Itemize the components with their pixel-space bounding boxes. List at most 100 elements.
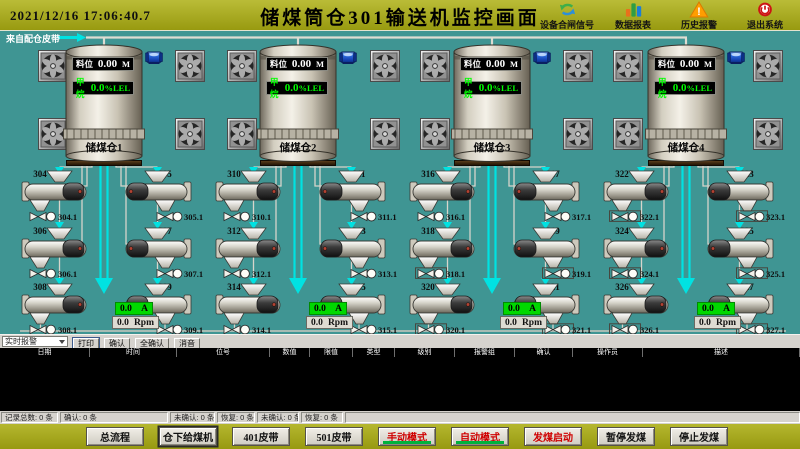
feeder-unit[interactable]: 320 320.1 (406, 281, 506, 335)
feeder-unit[interactable]: 306 306.1 (18, 225, 118, 279)
silo-gas-display: 甲烷0.0%LEL (460, 81, 522, 95)
silo-name: 储煤仓4 (668, 141, 705, 154)
valve-label: 312.1 (252, 269, 271, 279)
valve-indicator (418, 213, 426, 221)
valve-indicator (224, 326, 232, 334)
valve-label: 304.1 (58, 212, 77, 222)
app-screen: 2021/12/16 17:06:40.7 储煤筒仓301输送机监控画面 设备合… (0, 0, 800, 449)
feeder-funnel (47, 228, 72, 239)
feeder-unit[interactable]: 319 319.1 (496, 225, 596, 279)
feeder-unit[interactable]: 326 326.1 (600, 281, 700, 335)
feeder-number: 306 (33, 226, 47, 236)
feeder-number: 326 (615, 282, 629, 292)
rpm-meter: 0.0Rpm (500, 316, 547, 329)
silo-gas-display: 甲烷0.0%LEL (654, 81, 716, 95)
alarm-column-header: 日期 (0, 348, 90, 357)
feeder-funnel (727, 228, 752, 239)
valve-indicator (224, 270, 232, 278)
valve-indicator (418, 270, 426, 278)
feeder-unit[interactable]: 322 322.1 (600, 168, 700, 222)
current-meter: 0.0A (697, 302, 735, 315)
feeder-funnel (47, 284, 72, 295)
valve-indicator (739, 270, 747, 278)
feeder-unit[interactable]: 305 305.1 (108, 168, 208, 222)
feeder-number: 308 (33, 282, 47, 292)
current-meter: 0.0A (309, 302, 347, 315)
feeder-unit[interactable]: 310 310.1 (212, 168, 312, 222)
valve-label: 323.1 (766, 212, 785, 222)
silo-name: 储煤仓1 (86, 141, 123, 154)
status-item: 未确认: 0 条 (257, 412, 299, 423)
feeder-number: 314 (227, 282, 241, 292)
alarm-column-header: 操作员 (573, 348, 643, 357)
feeder-funnel (629, 284, 654, 295)
silo-gas-display: 甲烷0.0%LEL (72, 81, 134, 95)
alarm-column-header: 数值 (270, 348, 310, 357)
feeder-unit[interactable]: 313 313.1 (302, 225, 402, 279)
feeder-number: 310 (227, 169, 241, 179)
silo-level-display: 料位0.00M (266, 57, 328, 71)
feeder-unit[interactable]: 311 311.1 (302, 168, 402, 222)
silo-gas-display: 甲烷0.0%LEL (266, 81, 328, 95)
start-coal-button[interactable]: 发煤启动 (524, 427, 582, 446)
belt-401-button[interactable]: 401皮带 (232, 427, 290, 446)
feeder-number: 304 (33, 169, 47, 179)
feeder-funnel (533, 228, 558, 239)
under-silo-feeder-button[interactable]: 仓下给煤机 (159, 427, 217, 446)
alarm-toolbar: 实时报警 打印确认全确认消音 (0, 334, 800, 348)
valve-label: 325.1 (766, 269, 785, 279)
stop-coal-button[interactable]: 停止发煤 (670, 427, 728, 446)
overview-button[interactable]: 总流程 (86, 427, 144, 446)
silo-name: 储煤仓2 (280, 141, 317, 154)
valve-indicator (30, 326, 38, 334)
feeder-number: 318 (421, 226, 435, 236)
status-item: 确认: 0 条 (60, 412, 168, 423)
valve-indicator (545, 213, 553, 221)
valve-label: 322.1 (640, 212, 659, 222)
feeder-funnel (145, 228, 170, 239)
alarm-type-select[interactable]: 实时报警 (2, 336, 68, 347)
valve-label: 311.1 (378, 212, 397, 222)
chevron-down-icon (59, 340, 65, 344)
feeder-funnel (339, 171, 364, 182)
feeder-unit[interactable]: 307 307.1 (108, 225, 208, 279)
pause-coal-button[interactable]: 暂停发煤 (597, 427, 655, 446)
feeder-unit[interactable]: 312 312.1 (212, 225, 312, 279)
feeder-unit[interactable]: 324 324.1 (600, 225, 700, 279)
feeder-unit[interactable]: 304 304.1 (18, 168, 118, 222)
feeder-funnel (727, 284, 752, 295)
feeder-funnel (629, 171, 654, 182)
silo-level-display: 料位0.00M (72, 57, 134, 71)
silo-group: 储煤仓1 料位0.00M 甲烷0.0%LEL 304 304.1 305 305… (8, 31, 208, 335)
valve-label: 319.1 (572, 269, 591, 279)
feeder-number: 312 (227, 226, 241, 236)
alarm-column-header: 位号 (177, 348, 270, 357)
feeder-funnel (629, 228, 654, 239)
feeder-funnel (727, 171, 752, 182)
valve-label: 324.1 (640, 269, 659, 279)
feeder-unit[interactable]: 317 317.1 (496, 168, 596, 222)
feeder-unit[interactable]: 316 316.1 (406, 168, 506, 222)
feeder-unit[interactable]: 308 308.1 (18, 281, 118, 335)
current-meter: 0.0A (115, 302, 153, 315)
status-item: 恢复: 0 条 (301, 412, 343, 423)
feeder-funnel (435, 228, 460, 239)
alarm-table-body[interactable] (0, 357, 800, 411)
rpm-meter: 0.0Rpm (112, 316, 159, 329)
feeder-funnel (339, 228, 364, 239)
alarm-column-header: 级别 (395, 348, 455, 357)
valve-label: 316.1 (446, 212, 465, 222)
rpm-meter: 0.0Rpm (694, 316, 741, 329)
belt-501-button[interactable]: 501皮带 (305, 427, 363, 446)
feeder-unit[interactable]: 314 314.1 (212, 281, 312, 335)
auto-mode-button[interactable]: 自动模式 (451, 427, 509, 446)
manual-mode-button[interactable]: 手动模式 (378, 427, 436, 446)
feeder-unit[interactable]: 325 325.1 (690, 225, 790, 279)
valve-label: 318.1 (446, 269, 465, 279)
feeder-funnel (47, 171, 72, 182)
feeder-funnel (435, 171, 460, 182)
feeder-unit[interactable]: 318 318.1 (406, 225, 506, 279)
alarm-column-header: 描述 (643, 348, 800, 357)
feeder-unit[interactable]: 323 323.1 (690, 168, 790, 222)
feeder-funnel (533, 171, 558, 182)
